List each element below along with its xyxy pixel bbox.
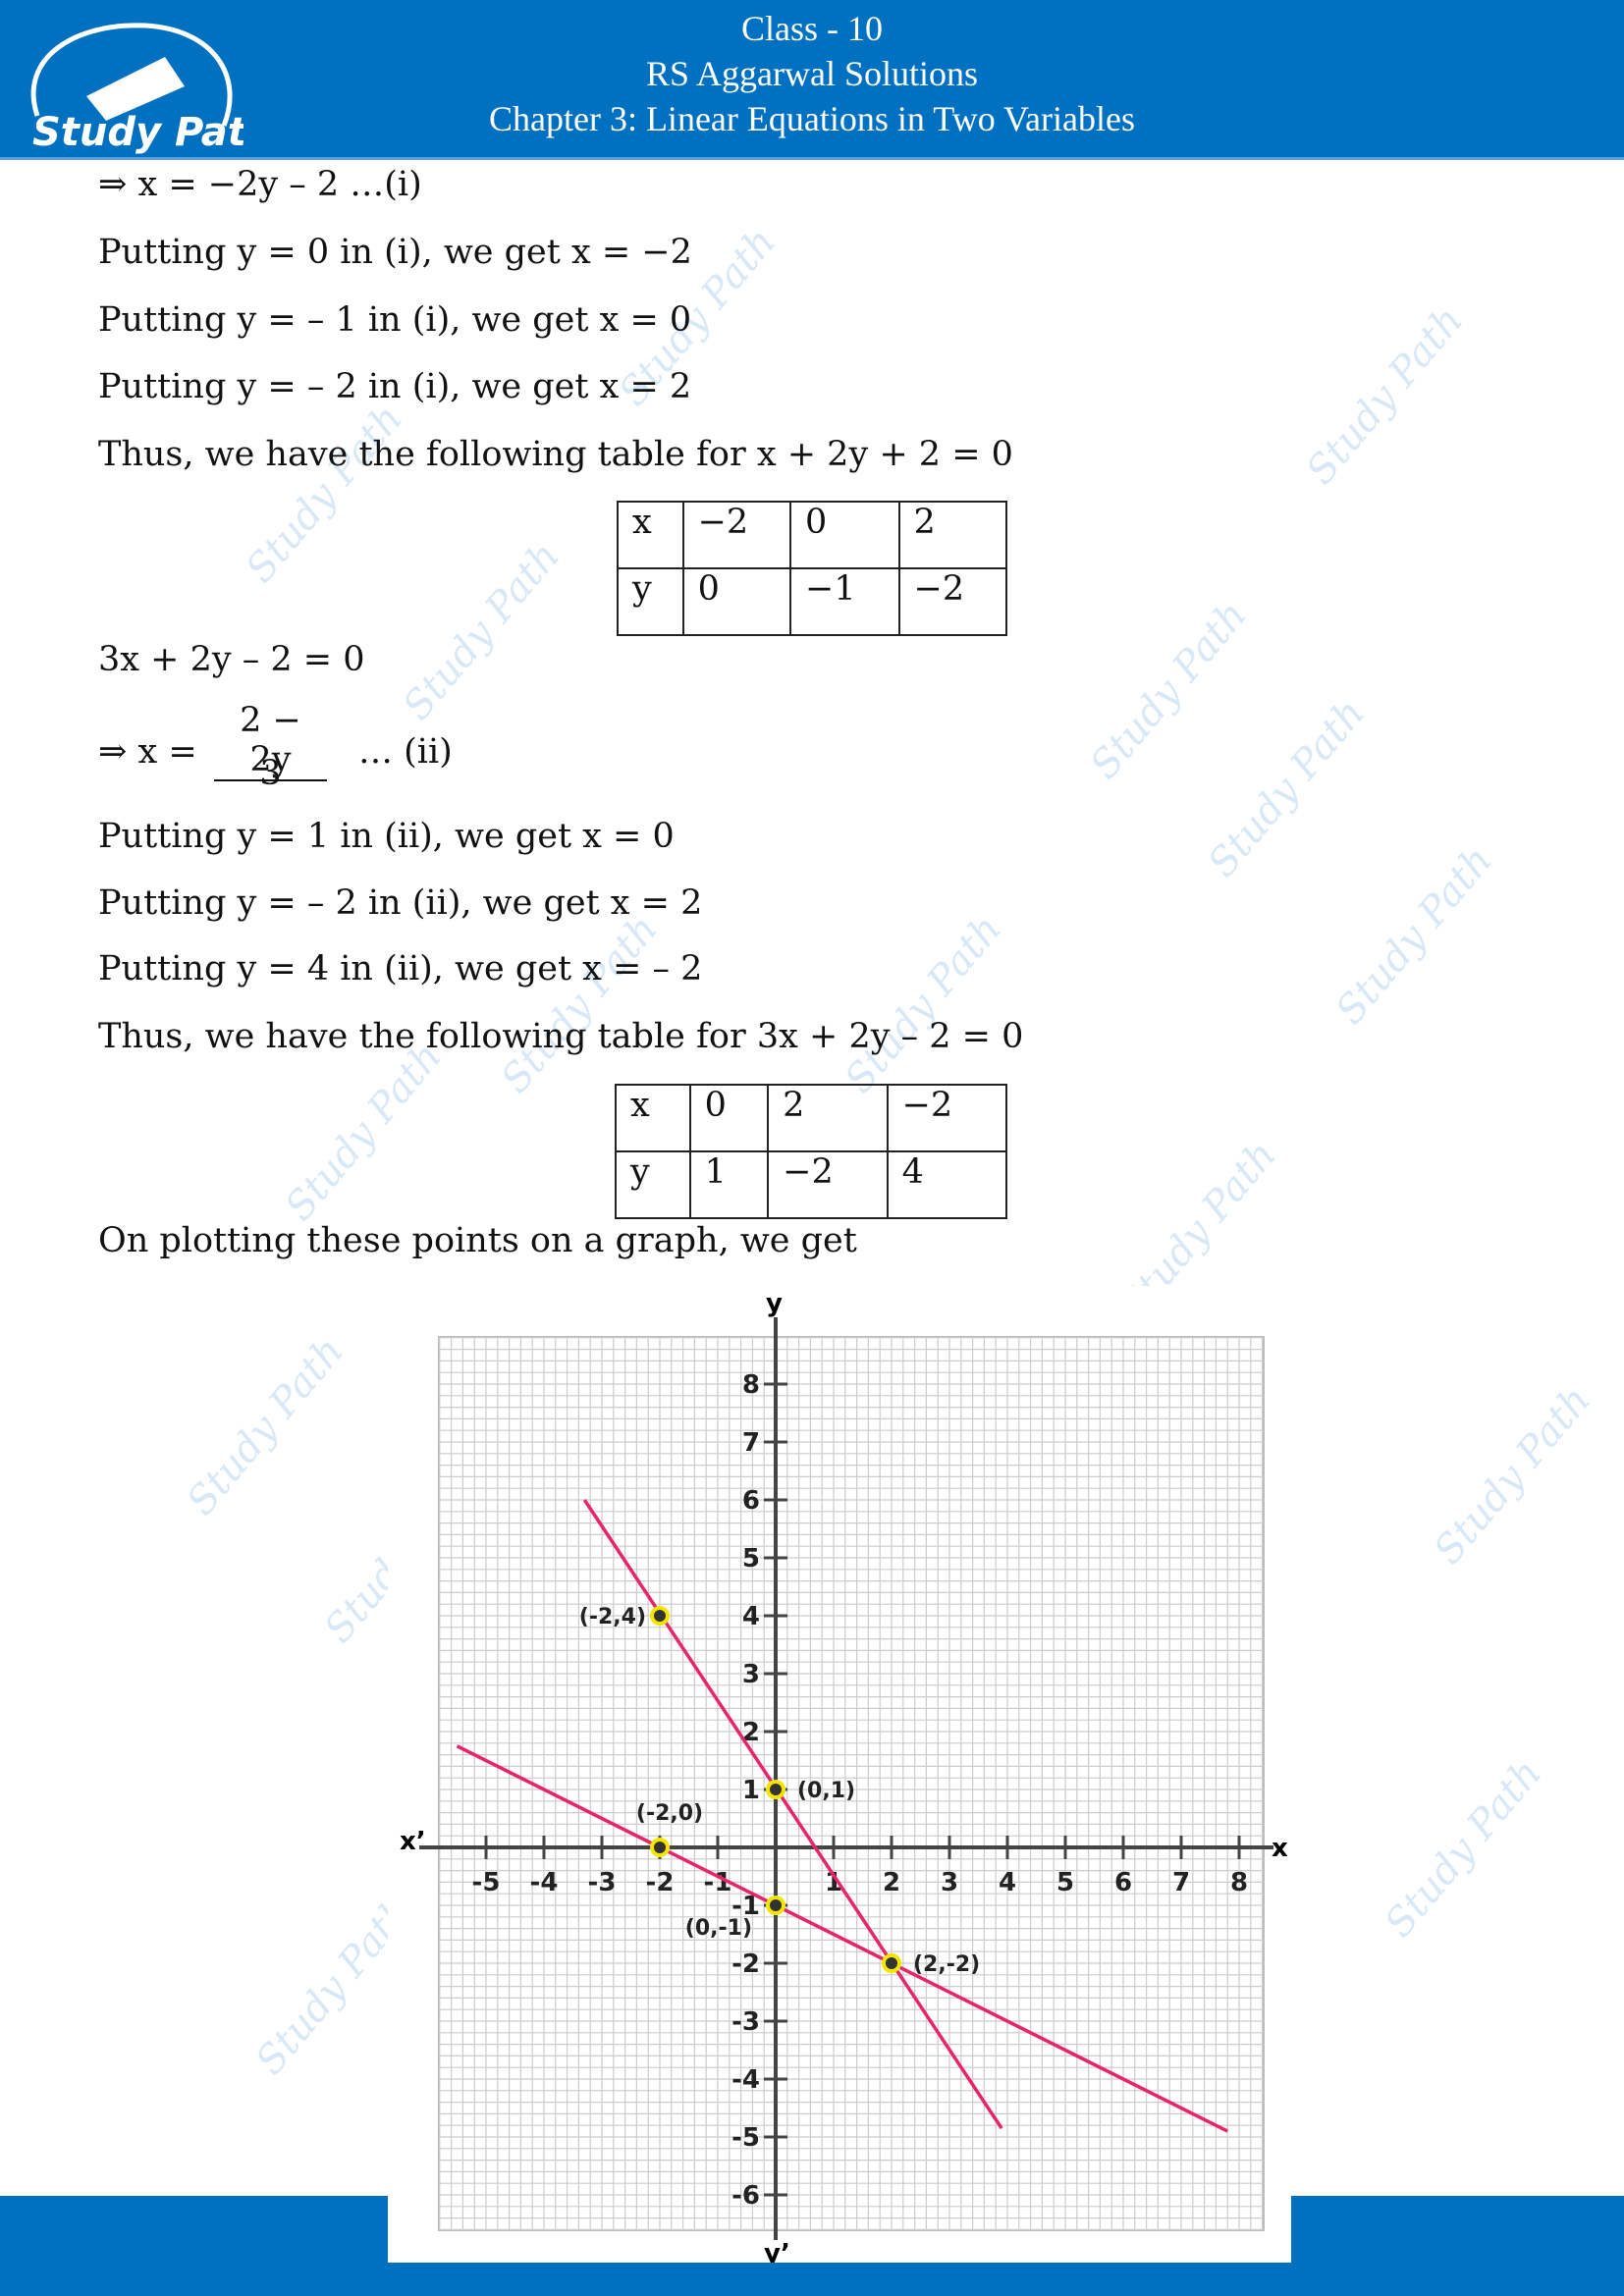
- x-tick-label: -5: [472, 1868, 501, 1897]
- graph-frame: -5 -4 -3 -2 -1 1 2 3 4 5 6 7 8 -6 -5 -4 -3 -2 -1 1 2 3 4 5 6 7 8 (-…: [388, 1286, 1291, 2269]
- table-cell: y: [615, 1150, 691, 1219]
- values-table-1: x −2 0 2 y 0 −1 −2: [617, 501, 1007, 636]
- watermark: Study Path: [836, 906, 1011, 1102]
- y-axis-label: y: [766, 1289, 783, 1318]
- header-class: Class - 10: [741, 9, 883, 48]
- watermark: Study Path: [1326, 837, 1502, 1034]
- y-neg-axis-label: y’: [764, 2239, 790, 2263]
- y-tick-label: -5: [731, 2123, 760, 2153]
- x-tick-label: 8: [1230, 1868, 1248, 1897]
- table-cell: 0: [789, 501, 900, 569]
- y-tick-label: 5: [742, 1544, 760, 1574]
- x-tick-label: 3: [941, 1868, 958, 1897]
- point-label: (0,-1): [685, 1916, 752, 1941]
- watermark: Study Path: [1376, 1750, 1551, 1947]
- table-cell: 0: [688, 1084, 770, 1152]
- point-label: (-2,4): [579, 1605, 646, 1629]
- y-tick-label: 3: [742, 1660, 760, 1689]
- table-cell: 1: [688, 1150, 770, 1219]
- header-book: RS Aggarwal Solutions: [645, 54, 979, 93]
- values-table-2: x 0 2 −2 y 1 −2 4: [615, 1084, 1008, 1219]
- x-axis-label: x: [1272, 1834, 1288, 1863]
- y-tick-label: 6: [742, 1486, 760, 1516]
- y-tick-label: -4: [731, 2065, 760, 2095]
- x-tick-label: 5: [1056, 1868, 1074, 1897]
- page-header: Study Path Class - 10 RS Aggarwal Soluti…: [0, 0, 1624, 160]
- table-cell: −2: [681, 501, 792, 569]
- table-cell: −1: [789, 567, 900, 636]
- fraction-prefix: ⇒ x =: [98, 732, 197, 772]
- table-cell: y: [617, 567, 684, 636]
- data-point: [650, 1838, 670, 1857]
- text-line: Putting y = 4 in (ii), we get x = – 2: [98, 949, 703, 988]
- data-point: [882, 1953, 901, 1973]
- table-cell: −2: [886, 1084, 1008, 1152]
- point-label: (0,1): [797, 1779, 855, 1803]
- table-cell: 0: [681, 567, 792, 636]
- fraction-denominator: 3: [259, 754, 282, 793]
- equation-ref: … (ii): [358, 732, 453, 772]
- watermark: Study Path: [492, 906, 668, 1102]
- point-label: (-2,0): [636, 1801, 703, 1826]
- text-line: 3x + 2y – 2 = 0: [98, 640, 365, 679]
- y-tick-label: 1: [742, 1776, 760, 1805]
- text-line: Thus, we have the following table for x …: [98, 435, 1013, 474]
- data-point: [650, 1606, 670, 1626]
- text-line: On plotting these points on a graph, we …: [98, 1221, 857, 1260]
- watermark: Study Path: [276, 1034, 452, 1230]
- table-cell: −2: [767, 1150, 889, 1219]
- point-label: (2,-2): [913, 1952, 980, 1977]
- x-tick-label: 6: [1114, 1868, 1132, 1897]
- y-tick-label: 7: [742, 1428, 760, 1458]
- text-line: Thus, we have the following table for 3x…: [98, 1017, 1024, 1056]
- y-tick-label: 4: [742, 1602, 760, 1631]
- y-tick-label: 8: [742, 1370, 760, 1400]
- table-cell: −2: [897, 567, 1007, 636]
- text-line: Putting y = 0 in (i), we get x = −2: [98, 233, 692, 272]
- x-neg-axis-label: x’: [400, 1827, 426, 1856]
- watermark: Study Path: [1081, 592, 1257, 788]
- table-cell: x: [617, 501, 684, 569]
- header-chapter: Chapter 3: Linear Equations in Two Varia…: [488, 99, 1135, 138]
- x-tick-label: 2: [883, 1868, 900, 1897]
- watermark: Study Path: [394, 533, 569, 729]
- y-tick-label: -6: [731, 2181, 760, 2211]
- x-tick-label: -2: [646, 1868, 675, 1897]
- table-cell: 4: [886, 1150, 1008, 1219]
- data-point: [766, 1896, 785, 1915]
- watermark: Study Path: [237, 396, 412, 592]
- y-tick-label: -2: [731, 1949, 760, 1979]
- y-tick-label: -3: [731, 2007, 760, 2037]
- x-tick-label: 7: [1172, 1868, 1190, 1897]
- line-graph: -5 -4 -3 -2 -1 1 2 3 4 5 6 7 8-6-5-4-3-2-112345678(-…: [400, 1289, 1288, 2269]
- text-line: Putting y = – 2 in (i), we get x = 2: [98, 367, 692, 406]
- watermark: Study Path: [1199, 690, 1375, 886]
- x-tick-label: -4: [530, 1868, 559, 1897]
- data-point: [766, 1780, 785, 1799]
- text-line: Putting y = – 2 in (ii), we get x = 2: [98, 883, 703, 923]
- x-tick-label: 4: [999, 1868, 1016, 1897]
- text-line: Putting y = – 1 in (i), we get x = 0: [98, 300, 692, 340]
- x-tick-label: -3: [588, 1868, 617, 1897]
- text-line: ⇒ x = −2y – 2 …(i): [98, 165, 422, 204]
- watermark: Study Path: [178, 1328, 353, 1524]
- table-cell: 2: [767, 1084, 889, 1152]
- watermark: Study Path: [1425, 1377, 1600, 1574]
- table-cell: 2: [897, 501, 1007, 569]
- text-line: Putting y = 1 in (ii), we get x = 0: [98, 817, 675, 856]
- watermark: Study Path: [1297, 297, 1473, 494]
- table-cell: x: [615, 1084, 691, 1152]
